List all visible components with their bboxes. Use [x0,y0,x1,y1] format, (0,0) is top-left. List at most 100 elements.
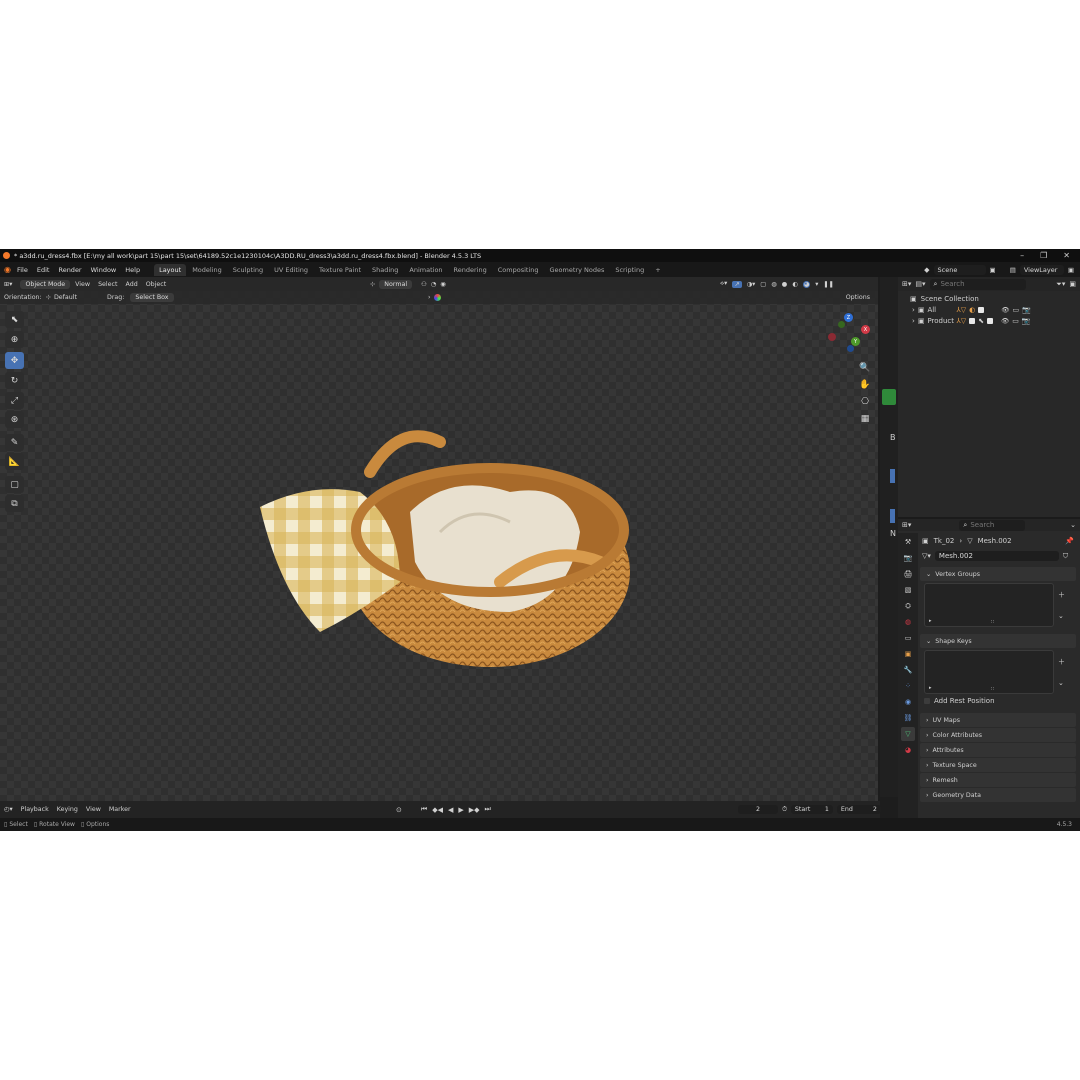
remesh-panel-header[interactable]: › Remesh [920,773,1076,787]
menu-file[interactable]: File [17,266,28,274]
end-frame-field[interactable]: End 2 [836,805,881,814]
tab-animation[interactable]: Animation [404,264,447,276]
vertex-group-specials-button[interactable]: ⌄ [1058,612,1065,620]
measure-tool-button[interactable]: 📐 [5,453,24,470]
play-reverse-icon[interactable]: ◀ [448,806,453,814]
list-resize-handle[interactable]: ∷ [991,619,994,625]
viewlayer-selector[interactable]: ViewLayer [1019,264,1064,275]
material-tab-icon[interactable]: ◕ [901,743,915,757]
select-cursor-icon[interactable]: ⬉ [978,317,984,325]
viewport-menu-add[interactable]: Add [126,281,138,288]
mesh-data-tab-icon[interactable]: ▽ [901,727,915,741]
shape-key-specials-button[interactable]: ⌄ [1058,679,1065,687]
perspective-grid-icon[interactable]: ▦ [858,412,872,426]
view-layer-tab-icon[interactable]: ▧ [901,583,915,597]
tab-layout[interactable]: Layout [154,263,187,276]
color-attributes-panel-header[interactable]: › Color Attributes [920,728,1076,742]
cursor-tool-button[interactable]: ⊕ [5,331,24,348]
modifier-tab-icon[interactable]: 🔧 [901,663,915,677]
add-vertex-group-button[interactable]: ＋ [1058,590,1065,600]
pivot-icon[interactable]: ⚇ [421,281,427,288]
transform-orientation-dropdown[interactable]: Normal [379,279,413,289]
texture-space-panel-header[interactable]: › Texture Space [920,758,1076,772]
outliner-search-input[interactable]: ⌕ Search [929,278,1026,290]
stopwatch-icon[interactable]: ⏱ [782,806,787,814]
fake-user-icon[interactable]: ⛉ [1063,552,1068,561]
new-viewlayer-icon[interactable]: ▣ [1068,266,1074,274]
tab-geometry-nodes[interactable]: Geometry Nodes [545,264,610,276]
render-camera-icon[interactable]: 📷 [1022,306,1031,314]
hide-eye-icon[interactable]: 👁 [1001,317,1009,325]
properties-search-input[interactable]: ⌕ Search [959,519,1026,531]
viewport-disable-icon[interactable]: ▭ [1012,317,1019,325]
gizmo-neg-y-axis[interactable] [838,321,845,328]
proportional-edit-icon[interactable]: ◉ [440,281,446,288]
shading-options-icon[interactable]: ▾ [815,281,818,288]
shading-rendered-icon[interactable]: ◕ [802,280,811,288]
viewport-menu-object[interactable]: Object [146,281,167,288]
blender-menu-icon[interactable]: ◉ [4,265,11,274]
new-collection-icon[interactable]: ▣ [1069,280,1076,288]
play-icon[interactable]: ▶ [458,806,463,814]
xray-toggle-icon[interactable]: ▢ [760,281,766,288]
render-camera-icon[interactable]: 📷 [1022,317,1031,325]
include-checkbox[interactable] [986,317,993,324]
mesh-name-field[interactable]: Mesh.002 [934,551,1059,561]
select-tool-button[interactable]: ⬉ [5,311,24,328]
properties-editor-icon[interactable]: ⊞▾ [902,521,911,529]
jump-end-icon[interactable]: ⏭ [485,805,491,814]
gizmo-neg-z-axis[interactable] [847,345,854,352]
physics-tab-icon[interactable]: ◉ [901,695,915,709]
tab-shading[interactable]: Shading [367,264,403,276]
attributes-panel-header[interactable]: › Attributes [920,743,1076,757]
move-tool-button[interactable]: ✥ [5,352,24,369]
outliner-item[interactable]: › ▣ Product ⅄▽ ⬉ 👁 ▭ 📷 [898,315,1080,326]
tab-modeling[interactable]: Modeling [187,264,227,276]
expand-arrow-icon[interactable]: › [912,306,915,314]
pan-hand-icon[interactable]: ✋ [858,378,872,392]
tab-uv-editing[interactable]: UV Editing [269,264,313,276]
shape-keys-list[interactable]: ▸ ∷ [924,650,1054,694]
jump-start-icon[interactable]: ⏮ [421,805,427,814]
shading-material-icon[interactable]: ◐ [792,281,798,288]
outliner-item[interactable]: › ▣ All ⅄▽ ◐ 👁 ▭ 📷 [898,304,1080,315]
scene-selector[interactable]: Scene [933,264,986,275]
tab-compositing[interactable]: Compositing [493,264,544,276]
timeline-editor-icon[interactable]: ◴▾ [4,806,13,813]
sidebar-letter-b[interactable]: B [890,433,896,442]
list-expand-icon[interactable]: ▸ [929,618,932,624]
object-tab-icon[interactable]: ▣ [901,647,915,661]
start-frame-field[interactable]: Start 1 [790,805,833,814]
vertex-groups-panel-header[interactable]: ⌄ Vertex Groups [920,567,1076,581]
include-checkbox[interactable] [969,317,976,324]
include-checkbox[interactable] [978,306,985,313]
hide-eye-icon[interactable]: 👁 [1001,306,1009,314]
timeline-menu-view[interactable]: View [86,806,101,813]
expand-arrow-icon[interactable]: › [912,317,915,325]
shading-solid-icon[interactable]: ● [782,281,788,288]
mesh-browse-icon[interactable]: ▽▾ [922,552,931,560]
display-mode-icon[interactable]: ▤▾ [915,280,925,288]
close-button[interactable]: ✕ [1063,251,1070,260]
current-frame-field[interactable]: 2 [738,805,778,814]
sidebar-letter-n[interactable]: N [890,529,896,538]
timeline-menu-keying[interactable]: Keying [57,806,78,813]
editor-type-icon[interactable]: ⊞▾ [4,281,12,288]
add-primitive-tool-button[interactable]: ⧉ [5,495,24,512]
scene-tab-icon[interactable]: ⛭ [901,599,915,613]
tab-scripting[interactable]: Scripting [610,264,649,276]
viewport-disable-icon[interactable]: ▭ [1012,306,1019,314]
rotate-tool-button[interactable]: ↻ [5,372,24,389]
filter-icon[interactable]: ⏷▾ [1056,280,1065,289]
gizmo-toggle-icon[interactable]: ↗ [732,280,742,288]
sidebar-tab-green[interactable] [882,389,896,405]
output-tab-icon[interactable]: 🖨 [901,567,915,581]
auto-keying-icon[interactable]: ⊙ [396,806,402,814]
shading-wireframe-icon[interactable]: ◍ [771,281,777,288]
add-cube-tool-button[interactable]: ▢ [5,476,24,493]
drag-dropdown[interactable]: Select Box [130,293,174,302]
navigation-gizmo[interactable]: Z X Y [828,313,872,357]
list-resize-handle[interactable]: ∷ [991,686,994,692]
orientation-dropdown[interactable]: Default [54,294,77,301]
geometry-data-panel-header[interactable]: › Geometry Data [920,788,1076,802]
